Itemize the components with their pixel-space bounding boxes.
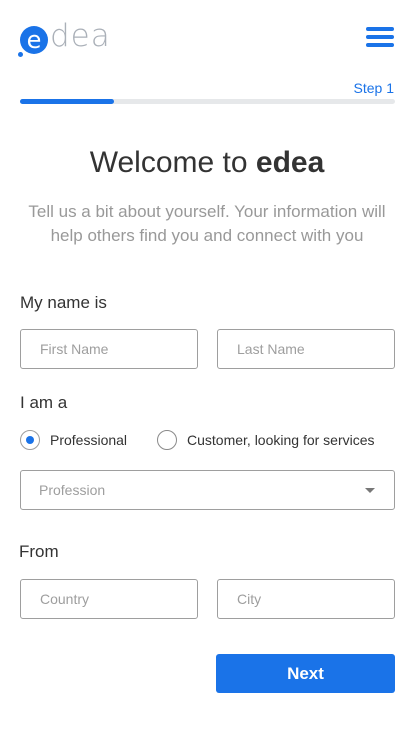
edea-logo[interactable]: e dea: [18, 17, 111, 57]
progress-bar-fill: [20, 99, 114, 104]
title-prefix: Welcome to: [89, 146, 256, 179]
role-section-label: I am a: [20, 393, 68, 412]
hamburger-menu-icon[interactable]: [364, 24, 396, 50]
logo-dot: [18, 52, 23, 57]
chevron-down-icon: [365, 488, 375, 493]
radio-customer-label: Customer, looking for services: [187, 432, 375, 448]
last-name-input[interactable]: [217, 329, 395, 369]
profession-select-placeholder: Profession: [39, 482, 106, 498]
app-header: e dea: [0, 0, 414, 70]
page-subtitle: Tell us a bit about yourself. Your infor…: [28, 202, 386, 245]
profession-select[interactable]: Profession: [20, 470, 395, 510]
page-title: Welcome to edea: [0, 146, 414, 180]
menu-line: [366, 43, 394, 47]
next-button[interactable]: Next: [216, 654, 395, 693]
radio-customer[interactable]: Customer, looking for services: [157, 430, 375, 450]
radio-professional[interactable]: Professional: [20, 430, 127, 450]
logo-letter: e: [26, 26, 42, 54]
step-indicator: Step 1: [353, 80, 394, 96]
radio-professional-label: Professional: [50, 432, 128, 448]
menu-line: [366, 35, 394, 39]
radio-unchecked-icon: [157, 430, 177, 450]
name-section-label: My name is: [20, 293, 107, 312]
logo-text: dea: [50, 17, 111, 54]
city-input[interactable]: [217, 579, 395, 619]
country-input[interactable]: [20, 579, 198, 619]
radio-checked-icon: [20, 430, 40, 450]
progress-bar: [20, 99, 395, 104]
first-name-input[interactable]: [20, 329, 198, 369]
logo-e-badge: e: [18, 26, 48, 57]
title-brand: edea: [255, 146, 325, 179]
location-section-label: From: [19, 542, 59, 561]
menu-line: [366, 27, 394, 31]
